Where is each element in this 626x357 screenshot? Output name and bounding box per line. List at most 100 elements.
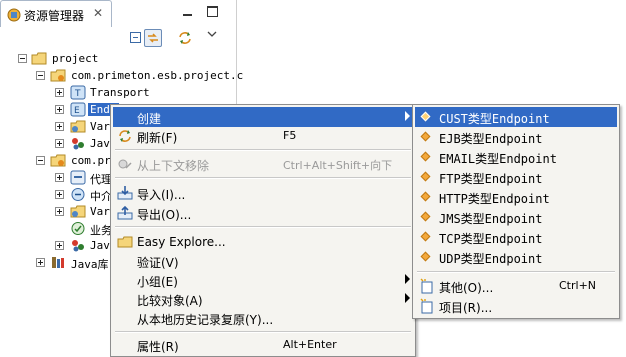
expand-toggle-icon[interactable] (36, 258, 45, 267)
expand-toggle-icon[interactable] (55, 173, 64, 182)
submenu-item-email-endpoint[interactable]: EMAIL类型Endpoint (415, 147, 617, 167)
sync-button[interactable] (176, 29, 194, 47)
context-menu: 创建 刷新(F) F5 从上下文移除 Ctrl+Alt+Shift+向下 导入(… (110, 104, 416, 357)
menu-item-label: 验证(V) (137, 256, 179, 270)
minimize-icon[interactable] (182, 6, 193, 17)
tree-item-label: 中介 (90, 190, 112, 203)
tree-item-label: Java库 (71, 258, 109, 271)
project-folder-icon (31, 52, 47, 65)
menu-item-label: Easy Explore... (137, 235, 226, 249)
menu-item-label: EJB类型Endpoint (439, 132, 543, 146)
folder-icon (117, 236, 133, 248)
submenu-item-ftp-endpoint[interactable]: FTP类型Endpoint (415, 167, 617, 187)
menu-item-import[interactable]: 导入(I)... (113, 183, 413, 203)
menu-item-label: 比较对象(A) (137, 294, 203, 308)
link-with-editor-button[interactable] (144, 29, 162, 47)
transport-icon: T (70, 85, 86, 100)
expand-toggle-icon[interactable] (55, 190, 64, 199)
tree-item-label: Jav (90, 239, 110, 252)
package-folder-icon (50, 69, 66, 82)
menu-item-easy-explore[interactable]: Easy Explore... (113, 232, 413, 252)
submenu-item-ejb-endpoint[interactable]: EJB类型Endpoint (415, 127, 617, 147)
expand-toggle-icon[interactable] (55, 241, 64, 250)
java-icon (72, 138, 84, 150)
collapse-toggle-icon[interactable] (36, 156, 45, 165)
menu-item-team[interactable]: 小组(E) (113, 270, 413, 290)
maximize-icon[interactable] (207, 6, 218, 17)
collapse-all-icon (130, 32, 141, 43)
menu-separator (417, 271, 615, 273)
explorer-icon (7, 8, 21, 22)
collapse-toggle-icon[interactable] (36, 71, 45, 80)
menu-item-label: 从上下文移除 (137, 159, 210, 173)
tree-item-label: Transport (90, 86, 150, 99)
menu-item-label: 导出(O)... (137, 208, 192, 222)
menu-item-label: UDP类型Endpoint (439, 252, 543, 266)
tree-item-label: Jav (90, 137, 110, 150)
new-project-icon (420, 298, 433, 314)
menu-item-label: 创建 (137, 112, 162, 126)
menu-item-restore-local-history[interactable]: 从本地历史记录复原(Y)... (113, 308, 413, 328)
menu-item-label: 属性(R) (137, 340, 179, 354)
menu-item-validate[interactable]: 验证(V) (113, 251, 413, 271)
menu-item-label: JMS类型Endpoint (439, 212, 543, 226)
menu-item-compare-with[interactable]: 比较对象(A) (113, 289, 413, 309)
mediation-icon (71, 188, 85, 201)
tree-item-label: com.primeton.esb.project.c (71, 69, 244, 82)
menu-separator (115, 331, 411, 333)
menu-item-label: 其他(O)... (439, 281, 494, 295)
menu-item-label: 导入(I)... (137, 188, 186, 202)
svg-text:E: E (74, 106, 80, 116)
proxy-icon (70, 170, 86, 185)
submenu-item-udp-endpoint[interactable]: UDP类型Endpoint (415, 247, 617, 267)
expand-toggle-icon[interactable] (55, 139, 64, 148)
expand-toggle-icon[interactable] (55, 105, 64, 114)
menu-item-create[interactable]: 创建 (113, 107, 413, 127)
menu-item-label: 项目(R)... (439, 301, 493, 315)
endpoint-type-icon (420, 231, 431, 242)
expand-toggle-icon[interactable] (55, 88, 64, 97)
java-icon (72, 240, 84, 252)
import-icon (117, 186, 133, 200)
submenu-item-project[interactable]: 项目(R)... (415, 296, 617, 316)
menu-item-properties[interactable]: 属性(R) Alt+Enter (113, 335, 413, 355)
submenu-item-http-endpoint[interactable]: HTTP类型Endpoint (415, 187, 617, 207)
view-tab-title: 资源管理器 (24, 9, 85, 23)
menu-item-remove-from-context: 从上下文移除 Ctrl+Alt+Shift+向下 (113, 154, 413, 174)
endpoint-type-icon (420, 131, 431, 142)
remove-context-icon (118, 159, 132, 169)
expand-toggle-icon[interactable] (55, 207, 64, 216)
close-icon[interactable]: ✕ (93, 6, 103, 20)
view-tab[interactable]: 资源管理器 ✕ (0, 0, 112, 27)
menu-item-shortcut: Alt+Enter (283, 338, 337, 351)
menu-item-label: 刷新(F) (137, 131, 178, 145)
sync-icon (179, 32, 191, 44)
endpoint-type-icon (420, 211, 431, 222)
collapse-all-button[interactable] (127, 29, 145, 47)
menu-item-label: FTP类型Endpoint (439, 172, 543, 186)
menu-item-export[interactable]: 导出(O)... (113, 203, 413, 223)
svg-text:T: T (74, 89, 81, 99)
menu-item-refresh[interactable]: 刷新(F) F5 (113, 126, 413, 146)
menu-separator (115, 177, 411, 179)
submenu-arrow-icon (405, 111, 410, 121)
menu-separator (115, 226, 411, 228)
menu-item-label: 小组(E) (137, 275, 178, 289)
business-icon (71, 222, 85, 235)
submenu-item-other[interactable]: 其他(O)... Ctrl+N (415, 276, 617, 296)
endpoint-type-icon (420, 171, 431, 182)
submenu-item-jms-endpoint[interactable]: JMS类型Endpoint (415, 207, 617, 227)
tree-item-label: 业务 (90, 224, 112, 237)
link-icon (148, 33, 158, 43)
expand-toggle-icon[interactable] (55, 122, 64, 131)
tree-item-label: project (52, 52, 99, 65)
view-menu-button[interactable] (206, 29, 224, 47)
submenu-item-tcp-endpoint[interactable]: TCP类型Endpoint (415, 227, 617, 247)
menu-separator (115, 149, 411, 151)
menu-item-label: EMAIL类型Endpoint (439, 152, 557, 166)
refresh-icon (119, 130, 131, 142)
submenu-item-cust-endpoint[interactable]: CUST类型Endpoint (415, 107, 617, 127)
menu-item-label: CUST类型Endpoint (439, 112, 550, 126)
menu-item-shortcut: Ctrl+N (559, 279, 597, 292)
collapse-toggle-icon[interactable] (18, 54, 27, 63)
